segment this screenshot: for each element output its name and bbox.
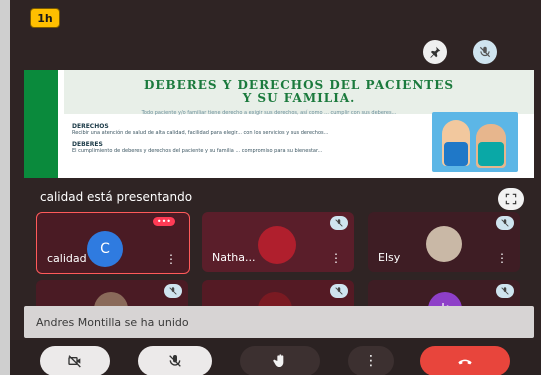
mic-off-icon <box>501 219 509 227</box>
slide-title-banner: DEBERES Y DERECHOS DEL PACIENTES Y SU FA… <box>64 70 534 114</box>
participant-name: Natha... <box>212 251 256 264</box>
muted-indicator <box>496 216 514 230</box>
speaking-indicator: ••• <box>152 217 175 226</box>
join-notification: Andres Montilla se ha unido <box>24 306 534 338</box>
mic-off-icon <box>335 219 343 227</box>
badge-label: 1h <box>37 11 53 25</box>
participant-menu-button[interactable]: ⋮ <box>496 252 508 264</box>
meeting-screen: 1h DEBERES Y DERECHOS DEL PACIENTES Y SU… <box>10 0 541 375</box>
muted-indicator <box>330 284 348 298</box>
slide-family-illustration <box>432 112 518 172</box>
end-call-button[interactable] <box>420 346 510 375</box>
participant-tile-calidad[interactable]: ••• C calidad ⋮ <box>36 212 190 274</box>
slide-title-line2: Y SU FAMILIA. <box>242 91 356 105</box>
shared-slide: DEBERES Y DERECHOS DEL PACIENTES Y SU FA… <box>24 70 534 178</box>
join-notification-text: Andres Montilla se ha unido <box>36 315 189 329</box>
mic-off-icon <box>501 287 509 295</box>
presenter-mute-button[interactable] <box>473 40 497 64</box>
avatar-initial: C <box>100 241 110 257</box>
call-control-bar: ⋮ <box>10 340 541 375</box>
left-edge <box>0 0 10 375</box>
muted-indicator <box>330 216 348 230</box>
top-controls <box>423 40 497 64</box>
mic-off-icon <box>169 287 177 295</box>
fullscreen-button[interactable] <box>498 188 524 210</box>
participant-name: Elsy <box>378 251 401 264</box>
participant-tile-natha[interactable]: Natha... ⋮ <box>202 212 354 272</box>
camera-toggle-button[interactable] <box>40 346 110 375</box>
pin-icon <box>430 46 441 58</box>
participant-tile-elsy[interactable]: Elsy ⋮ <box>368 212 520 272</box>
hand-icon <box>273 354 284 367</box>
participant-menu-button[interactable]: ⋮ <box>330 252 342 264</box>
slide-section2-text: El cumplimiento de deberes y derechos de… <box>72 148 323 154</box>
muted-indicator <box>496 284 514 298</box>
avatar <box>426 226 462 262</box>
avatar <box>258 226 296 264</box>
status-badge: 1h <box>30 8 60 28</box>
mic-off-icon <box>479 46 491 58</box>
slide-body: DERECHOS Recibir una atención de salud d… <box>72 124 412 155</box>
muted-indicator <box>164 284 182 298</box>
camera-off-icon <box>68 355 81 368</box>
raise-hand-button[interactable] <box>240 346 320 375</box>
pin-button[interactable] <box>423 40 447 64</box>
slide-subtitle: Todo paciente y/o familiar tiene derecho… <box>141 110 397 116</box>
slide-section1-text: Recibir una atención de salud de alta ca… <box>72 130 329 136</box>
mic-toggle-button[interactable] <box>138 346 212 375</box>
more-options-button[interactable]: ⋮ <box>348 346 394 375</box>
mic-off-icon <box>169 355 181 367</box>
presenting-label: calidad está presentando <box>40 190 193 204</box>
avatar: C <box>87 231 123 267</box>
participant-name: calidad <box>47 252 87 265</box>
more-options-label: ⋮ <box>364 353 378 369</box>
mic-off-icon <box>335 287 343 295</box>
participant-menu-button[interactable]: ⋮ <box>165 253 177 265</box>
phone-end-icon <box>458 359 472 365</box>
expand-icon <box>505 193 517 205</box>
slide-accent-bar <box>24 70 58 178</box>
